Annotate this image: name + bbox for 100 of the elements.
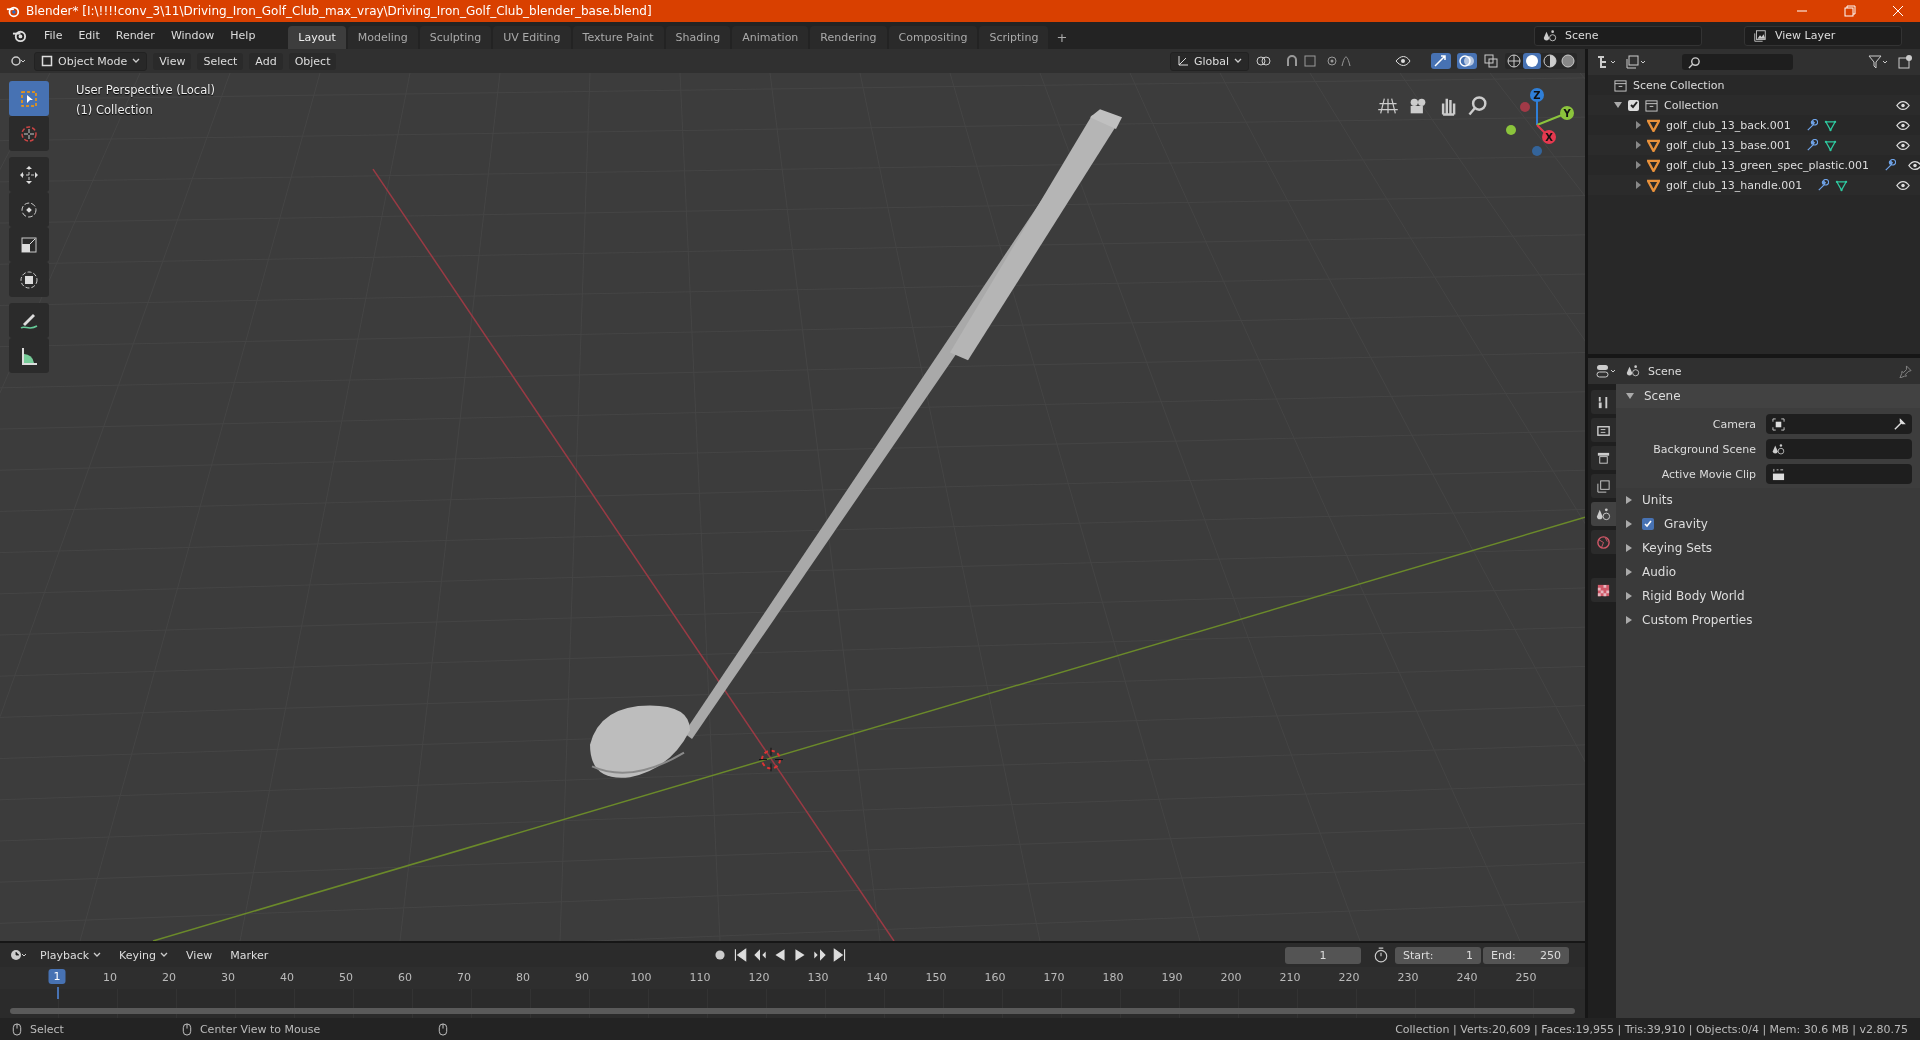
timeline-menu[interactable]: Marker <box>224 946 275 964</box>
panel-header[interactable]: Rigid Body World <box>1616 584 1920 608</box>
view-layer-selector[interactable]: View Layer <box>1744 25 1902 46</box>
display-mode-icon[interactable] <box>1626 55 1648 69</box>
overlay-toggle-icon[interactable] <box>1457 53 1477 69</box>
viewport-menu[interactable]: Add <box>249 52 283 70</box>
pin-icon[interactable] <box>1899 364 1912 378</box>
workspace-tab[interactable]: Modeling <box>347 26 418 49</box>
outliner-item[interactable]: golf_club_13_green_spec_plastic.001 <box>1666 158 1869 172</box>
collection-icon <box>1645 98 1658 112</box>
move-tool-button[interactable] <box>9 157 49 192</box>
gravity-checkbox[interactable] <box>1642 518 1654 530</box>
workspace-tab[interactable]: Texture Paint <box>572 26 664 49</box>
panel-header[interactable]: Scene <box>1616 384 1920 408</box>
timeline-menu[interactable]: Keying <box>113 946 175 964</box>
zoom-icon[interactable] <box>1467 95 1489 117</box>
timeline-menu[interactable]: View <box>180 946 219 964</box>
stopwatch-icon[interactable] <box>1373 947 1389 963</box>
workspace-tab[interactable]: Compositing <box>888 26 978 49</box>
menu-item[interactable]: Help <box>223 26 263 45</box>
viewport-menu[interactable]: View <box>153 52 192 70</box>
expand-toggle[interactable] <box>1636 161 1641 169</box>
render-tab[interactable] <box>1591 418 1616 442</box>
eyedropper-icon[interactable] <box>1893 417 1906 431</box>
editor-type-icon[interactable] <box>8 54 28 68</box>
xray-icon[interactable] <box>1483 53 1499 69</box>
annotate-tool-button[interactable] <box>9 303 49 338</box>
panel-header[interactable]: Keying Sets <box>1616 536 1920 560</box>
close-icon[interactable] <box>1892 5 1904 17</box>
viewport-menu[interactable]: Object <box>288 52 337 70</box>
expand-toggle[interactable] <box>1636 181 1641 189</box>
scene-selector[interactable]: Scene <box>1534 25 1702 46</box>
scrollbar[interactable] <box>10 1008 1575 1014</box>
outliner-item[interactable]: Scene Collection <box>1633 78 1725 92</box>
expand-toggle[interactable] <box>1636 141 1641 149</box>
start-frame-field[interactable]: Start: 1 <box>1395 946 1481 964</box>
outliner-item[interactable]: golf_club_13_handle.001 <box>1666 178 1803 192</box>
eye-icon[interactable] <box>1907 159 1920 171</box>
output-tab[interactable] <box>1591 446 1616 470</box>
add-workspace-button[interactable]: + <box>1050 26 1074 49</box>
menu-item[interactable]: Render <box>108 26 162 45</box>
clock-icon[interactable] <box>8 948 28 962</box>
panel-header[interactable]: Units <box>1616 488 1920 512</box>
eye-icon[interactable] <box>1896 139 1910 151</box>
workspace-tab[interactable]: Layout <box>288 26 346 49</box>
scene-field[interactable] <box>1766 439 1912 459</box>
gizmo-toggle-icon[interactable] <box>1431 53 1451 69</box>
search-field[interactable] <box>1682 54 1793 70</box>
world-tab[interactable] <box>1591 530 1616 554</box>
workspace-tab[interactable]: Animation <box>732 26 809 49</box>
blender-logo-icon[interactable] <box>12 28 27 43</box>
panel-header[interactable]: Audio <box>1616 560 1920 584</box>
current-frame-marker: 1 <box>48 969 66 984</box>
scene-tab[interactable] <box>1591 502 1616 526</box>
wireframe-shading-icon[interactable] <box>1505 53 1523 69</box>
navigation-gizmo[interactable]: Z Y X <box>1497 85 1577 165</box>
collection-checkbox[interactable] <box>1628 99 1639 111</box>
workspace-tab[interactable]: Scripting <box>979 26 1049 49</box>
clip-field[interactable] <box>1766 464 1912 484</box>
end-frame-field[interactable]: End: 250 <box>1483 946 1569 964</box>
panel-header[interactable]: Gravity <box>1616 512 1920 536</box>
outliner-item[interactable]: golf_club_13_base.001 <box>1666 138 1791 152</box>
measure-tool-button[interactable] <box>9 338 49 373</box>
material-shading-icon[interactable] <box>1541 53 1559 69</box>
eye-icon[interactable] <box>1896 119 1910 131</box>
mode-dropdown[interactable]: Object Mode <box>34 51 148 71</box>
transform-tool-button[interactable] <box>9 262 49 297</box>
outliner-item[interactable]: Collection <box>1664 98 1719 112</box>
workspace-tab[interactable]: UV Editing <box>493 26 571 49</box>
eye-icon[interactable] <box>1896 99 1910 111</box>
restore-icon[interactable] <box>1844 5 1856 17</box>
panel-header[interactable]: Custom Properties <box>1616 608 1920 632</box>
filter-icon[interactable] <box>1868 55 1890 69</box>
jump-end-icon[interactable] <box>831 947 848 963</box>
workspace-tab[interactable]: Rendering <box>810 26 887 49</box>
camera-field[interactable] <box>1766 414 1912 434</box>
orientation-dropdown[interactable]: Global <box>1169 51 1249 71</box>
eye-icon[interactable] <box>1896 179 1910 191</box>
menu-item[interactable]: Edit <box>71 26 107 45</box>
expand-toggle[interactable] <box>1614 102 1622 108</box>
outliner-editor-icon[interactable] <box>1596 55 1618 69</box>
chevron-down-icon <box>1234 58 1242 64</box>
outliner-item[interactable]: golf_club_13_back.001 <box>1666 118 1791 132</box>
workspace-tab[interactable]: Sculpting <box>419 26 492 49</box>
cursor-tool-button[interactable] <box>9 116 49 151</box>
menu-item[interactable]: File <box>37 26 70 45</box>
view-layer-tab[interactable] <box>1591 474 1616 498</box>
properties-editor-icon[interactable] <box>1596 364 1618 378</box>
next-keyframe-icon[interactable] <box>811 947 828 963</box>
new-collection-icon[interactable] <box>1898 55 1912 69</box>
workspace-tab[interactable]: Shading <box>665 26 731 49</box>
timeline-menu[interactable]: Playback <box>34 946 108 964</box>
rendered-shading-icon[interactable] <box>1559 53 1577 69</box>
expand-toggle[interactable] <box>1636 121 1641 129</box>
current-frame-field[interactable]: 1 <box>1285 946 1361 964</box>
tool-tab[interactable] <box>1591 390 1616 414</box>
menu-item[interactable]: Window <box>163 26 222 45</box>
texture-tab[interactable] <box>1591 578 1616 602</box>
solid-shading-icon[interactable] <box>1523 53 1541 69</box>
viewport-menu[interactable]: Select <box>197 52 244 70</box>
